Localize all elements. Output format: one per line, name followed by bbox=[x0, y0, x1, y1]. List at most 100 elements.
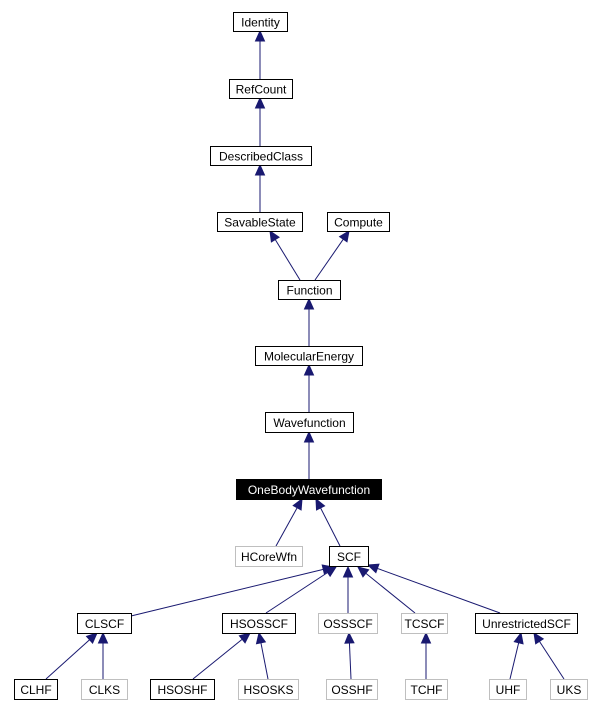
edge-CLSCF-to-SCF bbox=[130, 564, 335, 617]
edge-SavableState-to-DescribedClass bbox=[254, 163, 266, 212]
edge-CLKS-to-CLSCF bbox=[97, 631, 109, 679]
edge-line bbox=[45, 639, 90, 680]
node-label: Compute bbox=[334, 216, 383, 230]
arrowhead-icon bbox=[324, 566, 338, 578]
node-label: CLSCF bbox=[85, 617, 124, 631]
arrowhead-icon bbox=[255, 631, 267, 645]
node-label: SCF bbox=[337, 550, 361, 564]
arrowhead-icon bbox=[303, 363, 315, 376]
class-node-tchf[interactable]: TCHF bbox=[405, 679, 448, 700]
edge-line bbox=[314, 238, 344, 281]
edge-DescribedClass-to-RefCount bbox=[254, 96, 266, 146]
arrowhead-icon bbox=[420, 631, 432, 644]
class-node-describedclass[interactable]: DescribedClass bbox=[210, 146, 312, 166]
edge-MolecularEnergy-to-Function bbox=[303, 297, 315, 346]
arrowhead-icon bbox=[533, 631, 545, 645]
arrowhead-icon bbox=[338, 229, 350, 243]
class-node-hcorewfn[interactable]: HCoreWfn bbox=[235, 546, 303, 567]
node-label: SavableState bbox=[224, 216, 296, 230]
node-label: HSOSKS bbox=[243, 683, 293, 697]
node-label: UKS bbox=[557, 683, 582, 697]
edge-CLHF-to-CLSCF bbox=[45, 632, 98, 680]
arrowhead-icon bbox=[254, 163, 266, 176]
edge-line bbox=[539, 641, 565, 680]
class-node-ossscf[interactable]: OSSSCF bbox=[318, 613, 378, 634]
node-label: OSSSCF bbox=[323, 617, 372, 631]
edge-RefCount-to-Identity bbox=[254, 29, 266, 79]
arrowhead-icon bbox=[342, 565, 354, 578]
edge-Function-to-Compute bbox=[314, 229, 350, 281]
node-label: HCoreWfn bbox=[241, 550, 297, 564]
edge-line bbox=[275, 507, 298, 547]
class-node-clhf[interactable]: CLHF bbox=[14, 679, 58, 700]
class-node-hsosscf[interactable]: HSOSSCF bbox=[222, 613, 296, 634]
edge-UHF-to-UnrestrictedSCF bbox=[509, 631, 524, 680]
class-node-function[interactable]: Function bbox=[278, 280, 341, 300]
node-label: HSOSHF bbox=[157, 683, 207, 697]
arrowhead-icon bbox=[344, 631, 355, 644]
arrowhead-icon bbox=[254, 96, 266, 109]
edge-HSOSHF-to-HSOSSCF bbox=[192, 632, 251, 680]
edge-line bbox=[274, 239, 301, 281]
class-node-compute[interactable]: Compute bbox=[327, 212, 390, 232]
class-node-identity[interactable]: Identity bbox=[233, 12, 288, 32]
edge-HCoreWfn-to-OneBodyWavefunction bbox=[275, 497, 303, 547]
node-label: HSOSSCF bbox=[230, 617, 288, 631]
class-node-refcount[interactable]: RefCount bbox=[229, 79, 293, 99]
node-label: Function bbox=[286, 284, 332, 298]
edge-line bbox=[509, 642, 520, 680]
class-node-uks[interactable]: UKS bbox=[550, 679, 588, 700]
arrowhead-icon bbox=[357, 566, 370, 578]
edge-OSSHF-to-OSSSCF bbox=[344, 631, 355, 680]
node-label: DescribedClass bbox=[219, 150, 303, 164]
arrowhead-icon bbox=[238, 632, 251, 644]
node-label: RefCount bbox=[236, 83, 287, 97]
class-node-onebodywavefunction: OneBodyWavefunction bbox=[236, 479, 382, 500]
class-node-molecularenergy[interactable]: MolecularEnergy bbox=[255, 346, 363, 366]
class-node-wavefunction[interactable]: Wavefunction bbox=[265, 412, 354, 433]
nodes-layer: Identity RefCount DescribedClass SavableSta… bbox=[14, 12, 588, 700]
edge-Wavefunction-to-MolecularEnergy bbox=[303, 363, 315, 412]
node-label: CLKS bbox=[89, 683, 120, 697]
class-node-osshf[interactable]: OSSHF bbox=[326, 679, 378, 700]
node-label: TCSCF bbox=[405, 617, 445, 631]
class-node-savablestate[interactable]: SavableState bbox=[217, 212, 303, 232]
arrowhead-icon bbox=[303, 430, 315, 443]
arrowhead-icon bbox=[269, 229, 280, 243]
edge-OSSSCF-to-SCF bbox=[342, 565, 354, 613]
class-node-tcscf[interactable]: TCSCF bbox=[401, 613, 448, 634]
node-label: CLHF bbox=[20, 683, 51, 697]
node-label: Wavefunction bbox=[273, 416, 345, 430]
node-label: UnrestrictedSCF bbox=[482, 617, 571, 631]
edge-line bbox=[265, 572, 328, 614]
arrowhead-icon bbox=[97, 631, 109, 644]
edge-TCHF-to-TCSCF bbox=[420, 631, 432, 679]
edge-line bbox=[192, 638, 243, 680]
class-node-hsosks[interactable]: HSOSKS bbox=[238, 679, 299, 700]
edge-OneBodyWavefunction-to-Wavefunction bbox=[303, 430, 315, 479]
edge-line bbox=[130, 568, 324, 617]
node-label: MolecularEnergy bbox=[264, 350, 354, 364]
class-node-scf[interactable]: SCF bbox=[329, 546, 369, 567]
arrowhead-icon bbox=[303, 297, 315, 310]
inheritance-graph: Identity RefCount DescribedClass SavableSta… bbox=[14, 12, 588, 700]
edge-line bbox=[377, 567, 501, 614]
arrowhead-icon bbox=[513, 631, 524, 645]
edge-SCF-to-OneBodyWavefunction bbox=[315, 497, 341, 547]
node-label: Identity bbox=[241, 16, 280, 30]
edge-line bbox=[348, 642, 352, 680]
class-node-unrestrictedscf[interactable]: UnrestrictedSCF bbox=[475, 613, 578, 634]
class-node-hsoshf[interactable]: HSOSHF bbox=[150, 679, 215, 700]
edge-line bbox=[320, 507, 341, 547]
edge-line bbox=[260, 642, 269, 680]
class-node-uhf[interactable]: UHF bbox=[489, 679, 527, 700]
arrowhead-icon bbox=[292, 497, 303, 511]
node-label: OneBodyWavefunction bbox=[248, 483, 370, 497]
edge-UKS-to-UnrestrictedSCF bbox=[533, 631, 565, 680]
class-node-clks[interactable]: CLKS bbox=[81, 679, 128, 700]
edge-TCSCF-to-SCF bbox=[357, 566, 416, 614]
class-node-clscf[interactable]: CLSCF bbox=[77, 613, 132, 634]
node-label: OSSHF bbox=[331, 683, 372, 697]
edge-UnrestrictedSCF-to-SCF bbox=[366, 563, 501, 614]
node-label: UHF bbox=[496, 683, 521, 697]
